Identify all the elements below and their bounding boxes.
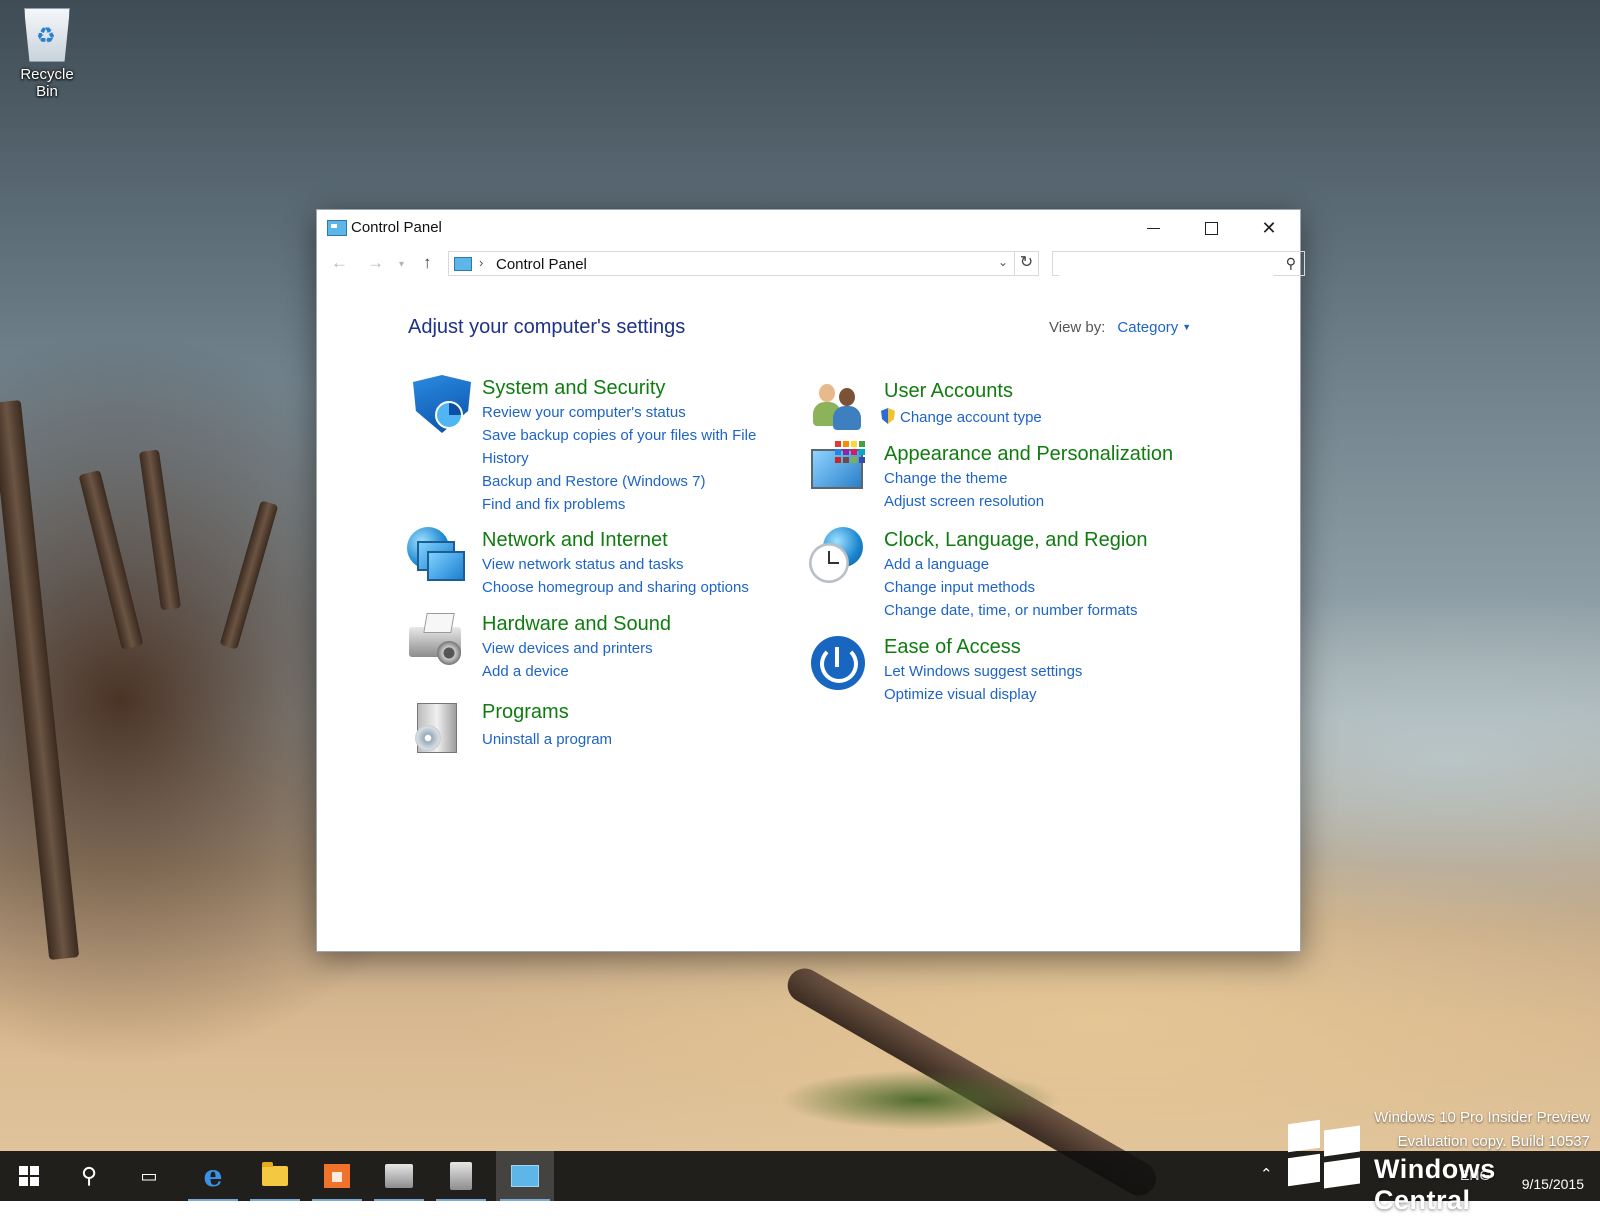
start-icon (19, 1166, 39, 1186)
link-input-methods[interactable]: Change input methods (884, 576, 1174, 599)
search-icon: ⚲ (80, 1163, 98, 1188)
address-bar[interactable]: › Control Panel ⌄ (448, 251, 1015, 276)
close-button[interactable]: ✕ (1240, 210, 1298, 246)
back-arrow-icon[interactable]: ← (331, 253, 348, 273)
control-panel-icon (327, 220, 347, 236)
link-homegroup-sharing[interactable]: Choose homegroup and sharing options (482, 576, 772, 599)
control-panel-icon (511, 1165, 539, 1187)
window-title: Control Panel (351, 219, 442, 236)
link-backup-restore[interactable]: Backup and Restore (Windows 7) (482, 470, 772, 493)
wallpaper-seaweed (780, 1070, 1060, 1130)
store-icon (324, 1164, 350, 1188)
link-uninstall-program[interactable]: Uninstall a program (482, 728, 772, 751)
refresh-icon: ↻ (1019, 254, 1034, 271)
link-optimize-display[interactable]: Optimize visual display (884, 683, 1174, 706)
task-view-button[interactable]: ▭ (120, 1151, 178, 1201)
edge-icon: e (203, 1158, 223, 1194)
search-input[interactable] (1059, 253, 1273, 276)
recycle-bin-icon: ♻ (24, 8, 70, 62)
up-arrow-icon[interactable]: ↑ (423, 253, 432, 273)
link-review-status[interactable]: Review your computer's status (482, 401, 772, 424)
watermark-line-1: Windows 10 Pro Insider Preview (1374, 1109, 1590, 1126)
link-add-language[interactable]: Add a language (884, 553, 1174, 576)
link-change-account-type[interactable]: Change account type (881, 406, 1174, 429)
link-change-account-type-label[interactable]: Change account type (900, 409, 1042, 426)
search-button[interactable]: ⚲ (60, 1151, 118, 1201)
breadcrumb-separator-icon[interactable]: › (479, 255, 483, 270)
file-explorer-taskbar-button[interactable] (246, 1151, 304, 1201)
search-box[interactable]: ⚲ (1052, 251, 1305, 276)
windows-central-logo (1288, 1119, 1360, 1189)
category-title-system-security[interactable]: System and Security (482, 375, 772, 401)
wallpaper-wreck-rib (138, 449, 182, 611)
edge-taskbar-button[interactable]: e (184, 1151, 242, 1201)
minimize-button[interactable] (1124, 210, 1182, 246)
recent-locations-chevron-icon[interactable]: ▾ (399, 259, 404, 270)
wallpaper-wreck-rib (78, 470, 144, 650)
programs-taskbar-button[interactable] (432, 1151, 490, 1201)
link-change-theme[interactable]: Change the theme (884, 467, 1174, 490)
windows-central-brand: Windows Central (1374, 1154, 1496, 1215)
devices-printers-taskbar-button[interactable] (370, 1151, 428, 1201)
wallpaper-wreck-rib (219, 500, 279, 650)
close-icon: ✕ (1261, 217, 1277, 238)
category-title-network-internet[interactable]: Network and Internet (482, 527, 772, 553)
category-title-appearance[interactable]: Appearance and Personalization (884, 441, 1174, 467)
view-by-label: View by: (1049, 319, 1106, 336)
link-file-history[interactable]: Save backup copies of your files with Fi… (482, 424, 772, 470)
recycle-bin-shortcut[interactable]: ♻ Recycle Bin (8, 8, 86, 100)
chevron-down-icon[interactable]: ▼ (1182, 322, 1191, 332)
category-title-clock-region[interactable]: Clock, Language, and Region (884, 527, 1174, 553)
control-panel-taskbar-button[interactable] (496, 1151, 554, 1201)
wallpaper-wreck (0, 399, 80, 961)
category-title-user-accounts[interactable]: User Accounts (884, 378, 1174, 404)
page-heading: Adjust your computer's settings (408, 316, 686, 338)
programs-icon (450, 1162, 472, 1190)
category-title-hardware-sound[interactable]: Hardware and Sound (482, 611, 772, 637)
clock-globe-icon (809, 527, 867, 585)
maximize-button[interactable] (1182, 210, 1240, 246)
recycle-bin-label: Recycle Bin (20, 66, 74, 100)
control-panel-icon (454, 257, 472, 271)
navigation-bar: ← → ▾ ↑ › Control Panel ⌄ ↻ ⚲ (317, 250, 1305, 278)
task-view-icon: ▭ (140, 1165, 158, 1186)
category-title-programs[interactable]: Programs (482, 699, 772, 725)
users-icon (809, 378, 867, 436)
link-add-device[interactable]: Add a device (482, 660, 772, 683)
link-network-status[interactable]: View network status and tasks (482, 553, 772, 576)
uac-shield-icon (881, 408, 895, 424)
programs-box-icon (407, 699, 465, 757)
control-panel-window: Control Panel ✕ ← → ▾ ↑ › Control Panel … (316, 209, 1305, 952)
category-title-ease-of-access[interactable]: Ease of Access (884, 634, 1174, 660)
link-devices-printers[interactable]: View devices and printers (482, 637, 772, 660)
view-by-control: View by: Category ▼ (1049, 319, 1191, 336)
store-taskbar-button[interactable] (308, 1151, 366, 1201)
palette-monitor-icon (809, 441, 867, 499)
view-by-dropdown[interactable]: Category (1117, 319, 1178, 336)
minimize-icon (1146, 227, 1160, 229)
chevron-up-icon[interactable]: ⌃ (1260, 1165, 1273, 1183)
refresh-button[interactable]: ↻ (1014, 251, 1039, 276)
maximize-icon (1204, 221, 1218, 235)
shield-icon (407, 375, 471, 433)
breadcrumb-control-panel[interactable]: Control Panel (496, 256, 587, 273)
ease-of-access-icon (809, 634, 867, 692)
search-icon[interactable]: ⚲ (1286, 255, 1296, 272)
taskbar: ⚲ ▭ e ⌃ ENG 9/15/2015 (0, 1151, 1600, 1201)
network-globe-icon (407, 527, 465, 585)
evaluation-watermark: Windows 10 Pro Insider Preview Evaluatio… (1374, 1106, 1590, 1154)
file-explorer-icon (262, 1162, 288, 1186)
printer-speaker-icon (407, 611, 465, 669)
link-find-fix-problems[interactable]: Find and fix problems (482, 493, 772, 516)
title-bar[interactable]: Control Panel ✕ (317, 210, 1300, 246)
link-screen-resolution[interactable]: Adjust screen resolution (884, 490, 1174, 513)
link-date-time-formats[interactable]: Change date, time, or number formats (884, 599, 1174, 622)
chevron-down-icon[interactable]: ⌄ (998, 255, 1008, 269)
link-suggest-settings[interactable]: Let Windows suggest settings (884, 660, 1174, 683)
forward-arrow-icon[interactable]: → (367, 253, 384, 273)
devices-printers-icon (385, 1164, 413, 1188)
start-button[interactable] (0, 1151, 58, 1201)
